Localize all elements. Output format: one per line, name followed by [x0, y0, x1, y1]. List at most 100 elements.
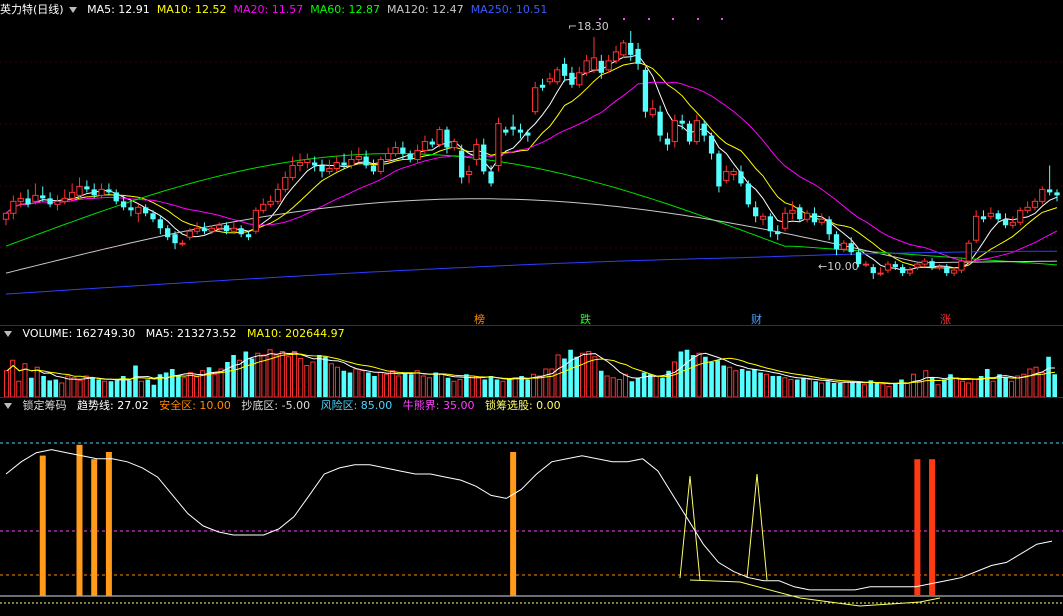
candle[interactable]	[1047, 165, 1053, 196]
candle[interactable]	[296, 153, 304, 172]
candle[interactable]	[1017, 207, 1024, 226]
indicator-chart[interactable]	[0, 398, 1063, 616]
candle[interactable]	[40, 186, 46, 202]
candle[interactable]	[142, 204, 149, 217]
price-panel[interactable]: ⌐18.30 ←10.00 榜 跌 财 涨	[0, 0, 1063, 326]
candle[interactable]	[260, 198, 267, 214]
candle[interactable]	[900, 264, 906, 277]
candle[interactable]	[473, 138, 480, 166]
candle[interactable]	[113, 189, 119, 205]
candle[interactable]	[686, 120, 693, 145]
candle[interactable]	[803, 210, 811, 223]
candle[interactable]	[818, 213, 825, 226]
candle[interactable]	[407, 150, 413, 163]
candle[interactable]	[753, 201, 759, 223]
candle[interactable]	[723, 165, 730, 184]
candle[interactable]	[877, 267, 884, 277]
candle[interactable]	[620, 39, 627, 58]
candle[interactable]	[708, 132, 715, 160]
candle[interactable]	[569, 66, 575, 88]
candle[interactable]	[605, 54, 612, 73]
candle[interactable]	[973, 210, 980, 244]
candle[interactable]	[32, 183, 39, 205]
candle[interactable]	[421, 135, 429, 154]
candle[interactable]	[451, 138, 458, 151]
candle[interactable]	[465, 165, 473, 184]
candle[interactable]	[54, 195, 61, 211]
candle[interactable]	[635, 42, 641, 70]
candle[interactable]	[525, 129, 531, 142]
candle[interactable]	[797, 204, 803, 223]
candle[interactable]	[745, 180, 751, 208]
candle[interactable]	[495, 117, 502, 172]
candle[interactable]	[289, 156, 296, 181]
candle[interactable]	[862, 261, 870, 268]
candle[interactable]	[583, 54, 590, 76]
candle[interactable]	[738, 165, 744, 187]
candle[interactable]	[546, 72, 554, 85]
candle[interactable]	[1024, 201, 1031, 214]
candle[interactable]	[363, 150, 369, 169]
candle[interactable]	[590, 36, 598, 73]
candle[interactable]	[848, 237, 854, 256]
candle[interactable]	[840, 240, 848, 253]
candle[interactable]	[503, 126, 509, 136]
dropdown-icon[interactable]	[4, 330, 12, 337]
candle[interactable]	[377, 156, 384, 175]
candle[interactable]	[1039, 186, 1046, 205]
candle[interactable]	[245, 231, 252, 241]
candle[interactable]	[833, 231, 840, 256]
candle[interactable]	[598, 54, 604, 79]
candle[interactable]	[348, 150, 355, 169]
candle[interactable]	[561, 57, 568, 82]
candle[interactable]	[921, 258, 928, 268]
candle[interactable]	[936, 264, 943, 271]
candle[interactable]	[664, 132, 671, 151]
candle[interactable]	[1031, 198, 1039, 211]
candle[interactable]	[701, 120, 707, 142]
candle[interactable]	[517, 123, 524, 139]
candle[interactable]	[775, 225, 781, 241]
candle[interactable]	[576, 66, 583, 88]
candle[interactable]	[789, 201, 796, 220]
candle[interactable]	[481, 138, 487, 175]
candle[interactable]	[716, 150, 722, 193]
candle[interactable]	[657, 105, 663, 142]
candle[interactable]	[326, 159, 333, 175]
candle[interactable]	[767, 213, 774, 238]
candle[interactable]	[282, 171, 289, 193]
dropdown-icon[interactable]	[68, 6, 77, 13]
candle[interactable]	[436, 126, 443, 148]
candle[interactable]	[165, 225, 171, 241]
candle[interactable]	[385, 147, 392, 163]
candle[interactable]	[642, 66, 649, 118]
dropdown-icon[interactable]	[4, 402, 12, 409]
candle[interactable]	[1054, 189, 1060, 202]
candle[interactable]	[128, 201, 134, 217]
candle[interactable]	[510, 114, 516, 136]
candle[interactable]	[679, 114, 685, 130]
candle[interactable]	[84, 180, 90, 193]
candle[interactable]	[995, 210, 1001, 223]
candle[interactable]	[759, 213, 767, 226]
candle[interactable]	[193, 222, 201, 235]
candle[interactable]	[693, 114, 701, 145]
candle[interactable]	[965, 240, 972, 265]
candle[interactable]	[252, 207, 260, 235]
candle[interactable]	[157, 216, 163, 235]
candle[interactable]	[319, 159, 325, 178]
candle[interactable]	[554, 66, 561, 85]
candle[interactable]	[987, 207, 994, 220]
candle[interactable]	[884, 261, 892, 274]
candle[interactable]	[370, 159, 377, 175]
candlestick-chart[interactable]	[0, 0, 1063, 326]
candle[interactable]	[135, 204, 142, 223]
candle[interactable]	[532, 81, 539, 115]
candle[interactable]	[906, 267, 914, 277]
candle[interactable]	[76, 177, 83, 199]
candle[interactable]	[304, 153, 311, 169]
candle[interactable]	[179, 240, 186, 247]
candle[interactable]	[826, 216, 832, 241]
candle[interactable]	[781, 207, 789, 232]
candle[interactable]	[1002, 213, 1009, 229]
